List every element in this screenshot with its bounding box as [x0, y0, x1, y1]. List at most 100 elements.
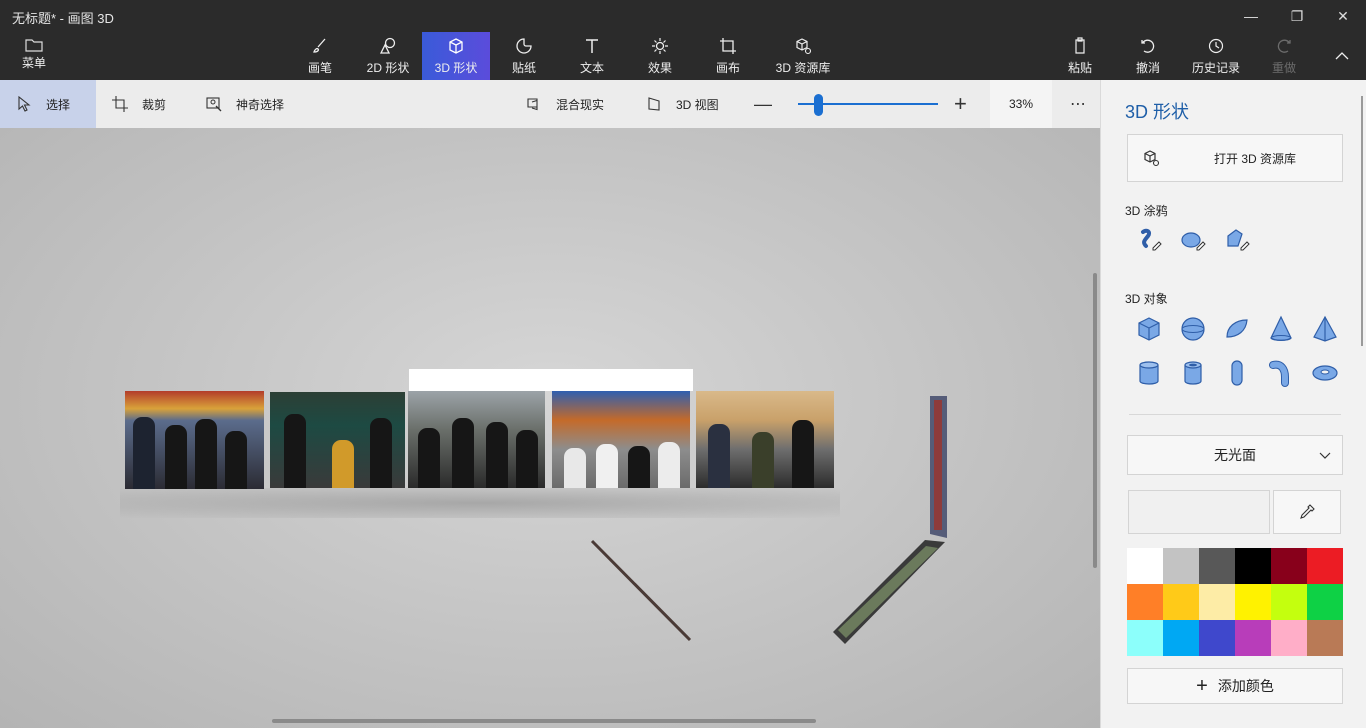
mixed-reality-button[interactable]: 混合现实 — [510, 80, 620, 128]
canvas-photo-3[interactable] — [408, 391, 545, 488]
photo-figure — [133, 417, 155, 489]
paste-label: 粘贴 — [1067, 60, 1092, 75]
history-icon — [1208, 38, 1224, 53]
hemisphere-button[interactable] — [1223, 315, 1251, 343]
cone-icon — [1270, 315, 1292, 341]
cylinder-icon — [1139, 361, 1159, 385]
color-swatch[interactable] — [1199, 548, 1235, 584]
canvas-icon — [720, 37, 736, 54]
tube-icon — [1184, 361, 1202, 385]
sharp-edge-doodle-button[interactable] — [1135, 226, 1163, 254]
panel-scrollbar[interactable] — [1361, 96, 1363, 346]
more-options-button[interactable]: ⋯ — [1056, 80, 1100, 128]
canvas-photo-5[interactable] — [696, 391, 834, 488]
color-swatch[interactable] — [1127, 620, 1163, 656]
color-swatch[interactable] — [1199, 584, 1235, 620]
objects-row-1 — [1135, 315, 1339, 343]
photo-figure — [752, 432, 774, 488]
close-button[interactable]: ✕ — [1320, 0, 1366, 32]
minimize-button[interactable]: — — [1228, 0, 1274, 32]
hemisphere-icon — [1226, 319, 1248, 338]
soft-edge-doodle-button[interactable] — [1179, 226, 1207, 254]
magic-select-tool[interactable]: 神奇选择 — [190, 80, 300, 128]
tool-3d-shapes[interactable]: 3D 形状 — [422, 32, 490, 80]
material-dropdown[interactable]: 无光面 — [1127, 435, 1343, 475]
color-swatch[interactable] — [1235, 584, 1271, 620]
color-swatch[interactable] — [1127, 548, 1163, 584]
folder-icon — [25, 39, 43, 52]
canvas-photo-2[interactable] — [270, 392, 405, 488]
photo-figure — [284, 414, 306, 488]
zoom-slider-thumb[interactable] — [813, 94, 823, 116]
color-swatch[interactable] — [1307, 584, 1343, 620]
crop-tool[interactable]: 裁剪 — [96, 80, 182, 128]
cube-button[interactable] — [1135, 315, 1163, 343]
3d-view-button[interactable]: 3D 视图 — [630, 80, 735, 128]
redo-button[interactable]: 重做 — [1250, 32, 1318, 80]
color-swatch[interactable] — [1199, 620, 1235, 656]
color-swatch[interactable] — [1271, 620, 1307, 656]
color-swatch[interactable] — [1163, 620, 1199, 656]
cylinder-button[interactable] — [1135, 359, 1163, 387]
photo-figure — [370, 418, 392, 488]
pyramid-button[interactable] — [1311, 315, 1339, 343]
zoom-percentage[interactable]: 33% — [990, 80, 1052, 128]
undo-button[interactable]: 撤消 — [1114, 32, 1182, 80]
eyedropper-button[interactable] — [1273, 490, 1341, 534]
color-swatch[interactable] — [1163, 548, 1199, 584]
donut-button[interactable] — [1311, 359, 1339, 387]
photo-figure — [628, 446, 650, 488]
color-swatch[interactable] — [1271, 584, 1307, 620]
cone-button[interactable] — [1267, 315, 1295, 343]
sphere-button[interactable] — [1179, 315, 1207, 343]
canvas-photo-1[interactable] — [125, 391, 264, 489]
tool-label: 效果 — [647, 60, 672, 75]
zoom-in-button[interactable]: + — [954, 80, 967, 128]
2d-shapes-icon — [379, 37, 396, 54]
tool-effects[interactable]: 效果 — [626, 32, 694, 80]
add-color-button[interactable]: + 添加颜色 — [1127, 668, 1343, 704]
minus-icon: — — [754, 93, 772, 114]
color-swatch[interactable] — [1163, 584, 1199, 620]
canvas-vertical-scrollbar[interactable] — [1093, 273, 1097, 568]
history-button[interactable]: 历史记录 — [1182, 32, 1250, 80]
paste-button[interactable]: 粘贴 — [1046, 32, 1114, 80]
restore-button[interactable]: ❐ — [1274, 0, 1320, 32]
tube-doodle-button[interactable] — [1223, 226, 1251, 254]
canvas-photo-4[interactable] — [552, 391, 690, 488]
bent-tube-button[interactable] — [1267, 359, 1295, 387]
zoom-out-button[interactable]: — — [754, 80, 772, 128]
tool-label: 3D 形状 — [434, 60, 478, 75]
photo-figure — [708, 424, 730, 488]
current-color-preview[interactable] — [1128, 490, 1270, 534]
menu-button[interactable]: 菜单 — [10, 38, 58, 78]
open-3d-library-button[interactable]: 打开 3D 资源库 — [1127, 134, 1343, 182]
color-swatch[interactable] — [1271, 548, 1307, 584]
tool-brushes[interactable]: 画笔 — [286, 32, 354, 80]
canvas-white-plane[interactable] — [409, 369, 693, 391]
tool-text[interactable]: 文本 — [558, 32, 626, 80]
window-title: 无标题* - 画图 3D — [12, 11, 114, 26]
photo-figure — [658, 442, 680, 488]
brush-icon — [313, 38, 326, 53]
color-swatch[interactable] — [1307, 548, 1343, 584]
tube-button[interactable] — [1179, 359, 1207, 387]
open-library-label: 打开 3D 资源库 — [1214, 151, 1297, 166]
paste-icon — [1075, 36, 1085, 54]
select-tool[interactable]: 选择 — [0, 80, 96, 128]
collapse-ribbon-button[interactable] — [1318, 32, 1366, 80]
redo-label: 重做 — [1271, 60, 1296, 75]
tool-canvas[interactable]: 画布 — [694, 32, 762, 80]
color-swatch[interactable] — [1127, 584, 1163, 620]
canvas-horizontal-scrollbar[interactable] — [272, 719, 816, 723]
undo-label: 撤消 — [1135, 60, 1160, 75]
tool-3d-library[interactable]: 3D 资源库 — [762, 32, 844, 80]
objects-row-2 — [1135, 359, 1339, 387]
color-swatch[interactable] — [1307, 620, 1343, 656]
tool-2d-shapes[interactable]: 2D 形状 — [354, 32, 422, 80]
color-swatch[interactable] — [1235, 620, 1271, 656]
color-swatch[interactable] — [1235, 548, 1271, 584]
tool-stickers[interactable]: 贴纸 — [490, 32, 558, 80]
photo-figure — [486, 422, 508, 488]
capsule-button[interactable] — [1223, 359, 1251, 387]
